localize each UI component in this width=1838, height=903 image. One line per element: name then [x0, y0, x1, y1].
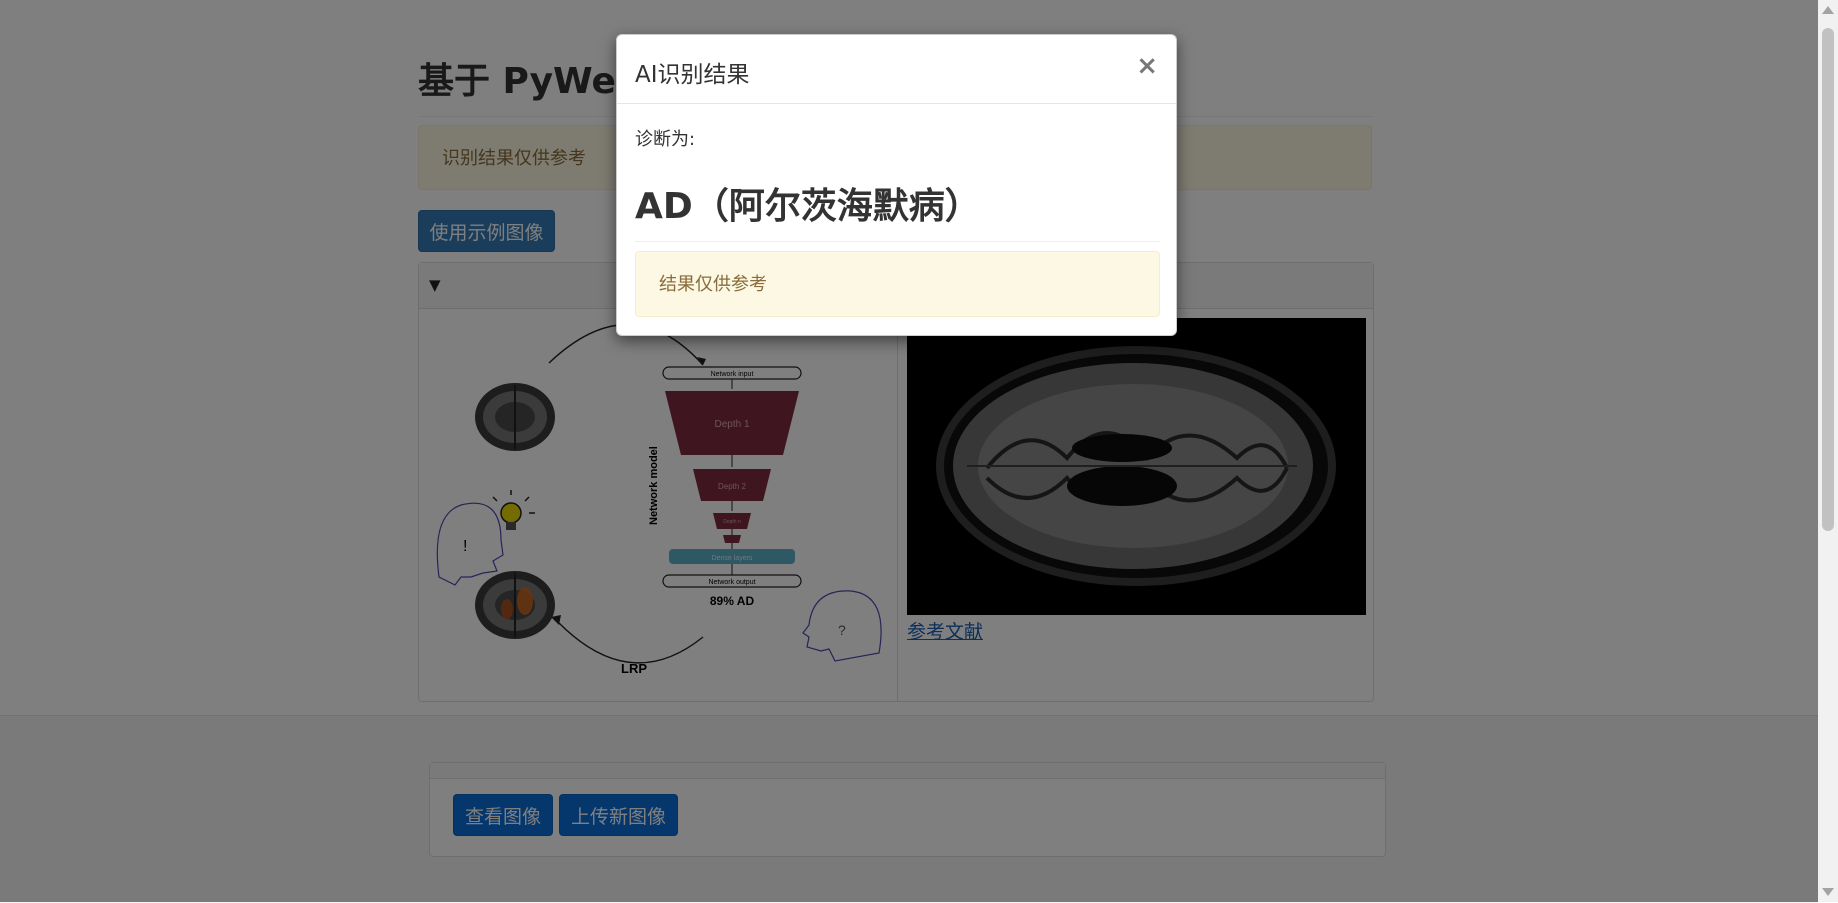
diagnosis-label: 诊断为: — [635, 129, 696, 150]
result-modal: AI识别结果 × 诊断为: AD（阿尔茨海默病） 结果仅供参考 — [616, 34, 1177, 336]
scroll-down-icon[interactable] — [1822, 888, 1834, 896]
result-note-alert: 结果仅供参考 — [635, 251, 1160, 317]
modal-title: AI识别结果 — [635, 62, 750, 88]
scroll-thumb[interactable] — [1822, 28, 1834, 531]
modal-header: AI识别结果 × — [617, 35, 1176, 104]
scroll-up-icon[interactable] — [1822, 6, 1834, 14]
close-icon[interactable]: × — [1136, 53, 1158, 79]
vertical-scrollbar[interactable] — [1818, 0, 1838, 902]
diagnosis-result: AD（阿尔茨海默病） — [635, 177, 1160, 242]
